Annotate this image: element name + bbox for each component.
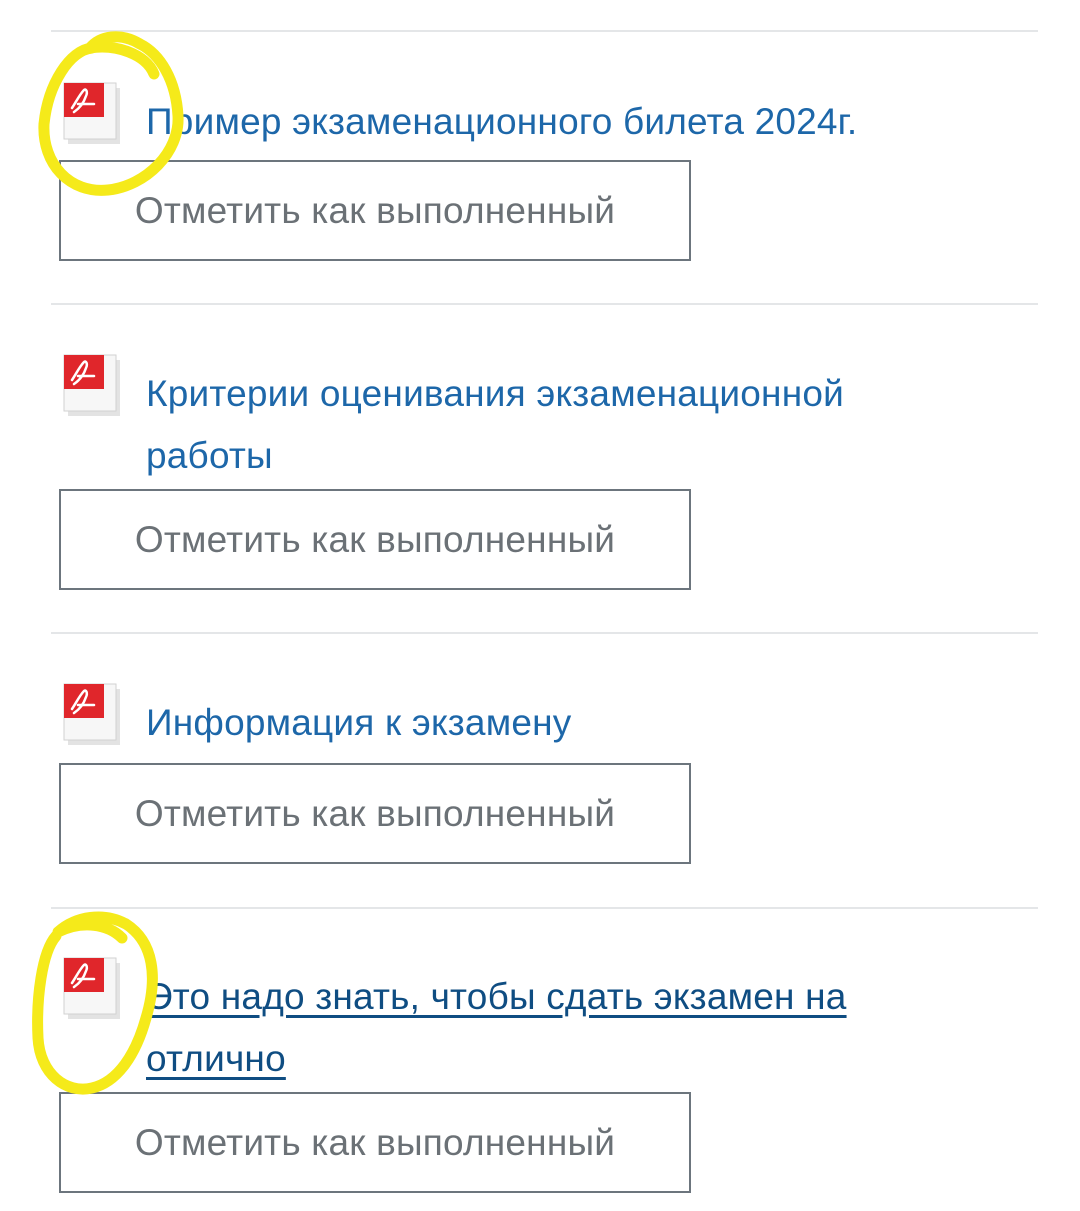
- mark-as-done-button[interactable]: Отметить как выполненный: [59, 1092, 691, 1193]
- section-divider: [51, 632, 1038, 634]
- activity-link-line: Это надо знать, чтобы сдать экзамен на: [146, 976, 847, 1017]
- activity-link-line: Критерии оценивания экзаменационной: [146, 373, 844, 414]
- pdf-icon[interactable]: [62, 955, 122, 1019]
- pdf-icon[interactable]: [62, 681, 122, 745]
- mark-as-done-button[interactable]: Отметить как выполненный: [59, 160, 691, 261]
- section-divider: [51, 30, 1038, 32]
- mark-as-done-button[interactable]: Отметить как выполненный: [59, 763, 691, 864]
- activity-link-grading-criteria[interactable]: Критерии оценивания экзаменационной рабо…: [146, 363, 996, 487]
- activity-link-line: работы: [146, 435, 273, 476]
- activity-link-line: отлично: [146, 1038, 286, 1079]
- pdf-icon[interactable]: [62, 352, 122, 416]
- activity-link-exam-ticket-sample[interactable]: Пример экзаменационного билета 2024г.: [146, 91, 996, 153]
- section-divider: [51, 907, 1038, 909]
- section-divider: [51, 303, 1038, 305]
- mark-as-done-button[interactable]: Отметить как выполненный: [59, 489, 691, 590]
- pdf-icon[interactable]: [62, 80, 122, 144]
- activity-link-exam-info[interactable]: Информация к экзамену: [146, 692, 996, 754]
- activity-link-must-know[interactable]: Это надо знать, чтобы сдать экзамен на о…: [146, 966, 996, 1090]
